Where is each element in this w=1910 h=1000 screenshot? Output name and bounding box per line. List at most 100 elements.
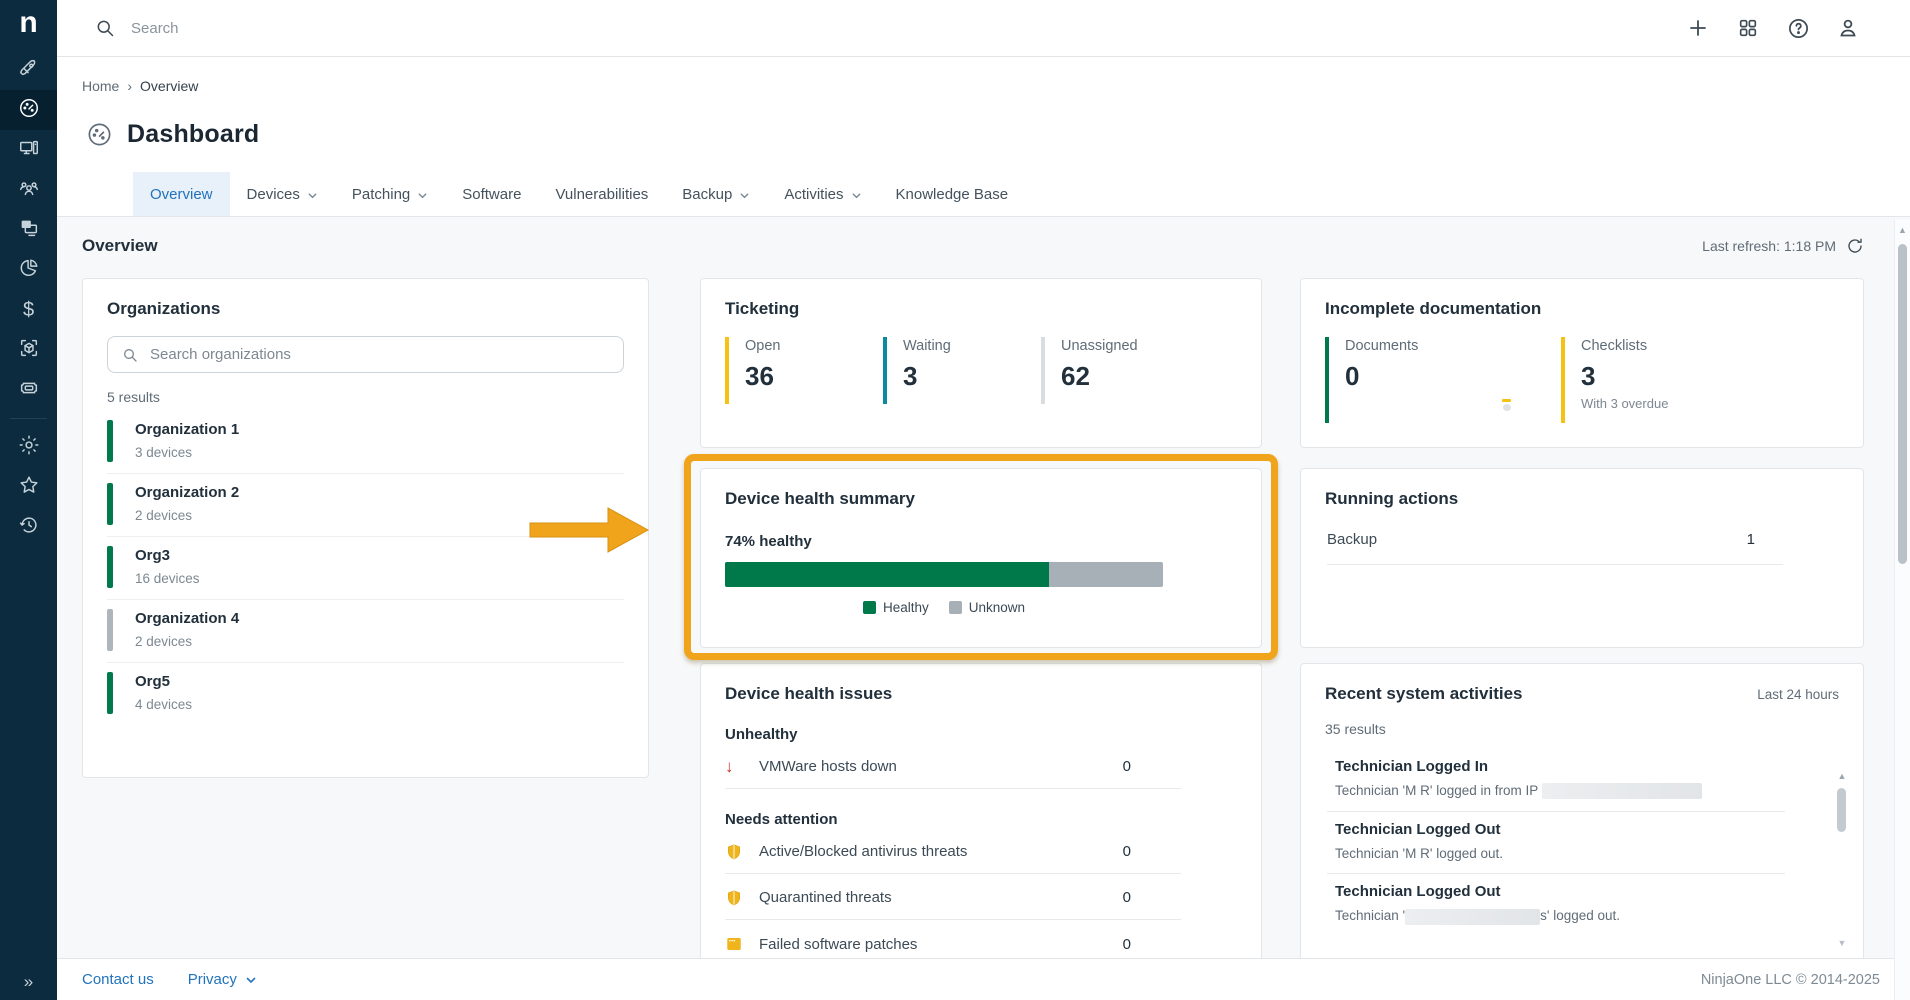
scroll-down-icon[interactable]: ▼	[1835, 938, 1849, 948]
breadcrumb-home[interactable]: Home	[82, 78, 119, 94]
chevron-down-icon	[851, 190, 862, 201]
org-status-bar	[107, 609, 113, 651]
topbar	[57, 0, 1910, 57]
dollar-icon: $	[23, 299, 34, 322]
organizations-title: Organizations	[83, 279, 648, 319]
search-icon	[122, 347, 138, 363]
sidebar-item-end-users[interactable]	[0, 170, 57, 210]
dashboard-gauge-icon	[86, 121, 113, 148]
ninjaone-logo[interactable]: n	[0, 0, 57, 50]
ticketing-stat-open[interactable]: Open 36	[725, 337, 883, 404]
device-health-issues-card: Device health issues Unhealthy ↓ VMWare …	[700, 663, 1262, 970]
sidebar-item-remote-screens[interactable]	[0, 210, 57, 250]
sidebar: n	[0, 0, 57, 1000]
help-icon[interactable]	[1786, 16, 1810, 40]
activities-scrollbar-thumb[interactable]	[1837, 788, 1846, 832]
issue-row-quarantined-threats[interactable]: Quarantined threats 0	[725, 876, 1181, 920]
recent-activities-card: Recent system activities Last 24 hours 3…	[1300, 663, 1864, 970]
running-action-label: Backup	[1327, 531, 1377, 548]
section-title: Overview	[82, 236, 158, 256]
overdue-mini-dot	[1503, 404, 1511, 411]
gauge-icon	[18, 97, 40, 124]
activity-list-item[interactable]: Technician Logged Out Technician 'M R' l…	[1327, 812, 1785, 874]
organizations-search-input[interactable]	[150, 346, 609, 363]
organization-list-item[interactable]: Organization 4 2 devices	[107, 600, 624, 663]
global-search-input[interactable]	[131, 20, 731, 37]
running-action-row[interactable]: Backup 1	[1327, 531, 1783, 565]
tab-backup[interactable]: Backup	[665, 172, 767, 216]
ticketing-stat-unassigned[interactable]: Unassigned 62	[1041, 337, 1199, 404]
tab-patching[interactable]: Patching	[335, 172, 445, 216]
running-action-count: 1	[1747, 531, 1755, 548]
gear-icon	[18, 434, 40, 461]
refresh-icon[interactable]	[1846, 237, 1864, 255]
unknown-legend-label: Unknown	[969, 600, 1025, 615]
add-icon[interactable]	[1686, 16, 1710, 40]
activity-list-item[interactable]: Technician Logged Out Technician 's' log…	[1327, 874, 1785, 936]
ticketing-card: Ticketing Open 36 Waiting 3 Unassigned 6…	[700, 278, 1262, 448]
last-refresh-label: Last refresh: 1:18 PM	[1702, 238, 1836, 254]
tabs-row: Overview Devices Patching Software Vulne…	[57, 172, 1910, 217]
page-scrollbar-thumb[interactable]	[1898, 244, 1907, 564]
sidebar-expand-button[interactable]: »	[0, 972, 57, 992]
sidebar-item-history[interactable]	[0, 507, 57, 547]
documentation-stat-checklists[interactable]: Checklists 3 With 3 overdue	[1561, 337, 1797, 423]
tab-overview[interactable]: Overview	[133, 172, 230, 216]
contact-us-link[interactable]: Contact us	[82, 971, 154, 988]
documentation-stat-documents[interactable]: Documents 0	[1325, 337, 1561, 423]
sidebar-item-inventory[interactable]	[0, 330, 57, 370]
shield-icon	[725, 843, 743, 861]
tab-knowledge-base[interactable]: Knowledge Base	[879, 172, 1026, 216]
ticketing-stat-waiting[interactable]: Waiting 3	[883, 337, 1041, 404]
patch-window-icon	[725, 935, 743, 953]
org-status-bar	[107, 546, 113, 588]
pie-chart-icon	[18, 257, 40, 284]
sidebar-item-reporting[interactable]	[0, 250, 57, 290]
organization-list-item[interactable]: Organization 1 3 devices	[107, 411, 624, 474]
users-icon	[18, 177, 40, 204]
privacy-link[interactable]: Privacy	[188, 971, 257, 988]
organization-list-item[interactable]: Org5 4 devices	[107, 663, 624, 725]
activities-scrollbar[interactable]: ▲ ▼	[1835, 766, 1849, 962]
device-health-progress-bar[interactable]	[725, 562, 1163, 587]
running-actions-card: Running actions Backup 1	[1300, 468, 1864, 648]
issue-row-antivirus-threats[interactable]: Active/Blocked antivirus threats 0	[725, 830, 1181, 874]
tab-devices[interactable]: Devices	[230, 172, 335, 216]
sidebar-divider	[10, 418, 47, 419]
activities-title: Recent system activities	[1301, 664, 1547, 704]
sidebar-item-dashboard[interactable]	[0, 90, 57, 130]
devices-icon	[18, 137, 40, 164]
footer: Contact us Privacy NinjaOne LLC © 2014-2…	[57, 958, 1910, 1000]
redacted-text-block	[1542, 783, 1702, 799]
tab-software[interactable]: Software	[445, 172, 538, 216]
sidebar-item-favorites[interactable]	[0, 467, 57, 507]
sidebar-item-devices[interactable]	[0, 130, 57, 170]
down-arrow-icon: ↓	[725, 757, 734, 777]
profile-icon[interactable]	[1836, 16, 1860, 40]
scroll-up-icon[interactable]: ▲	[1835, 766, 1849, 786]
org-status-bar	[107, 420, 113, 462]
sidebar-item-billing[interactable]: $	[0, 290, 57, 330]
scroll-up-icon[interactable]: ▲	[1895, 220, 1910, 240]
page-scrollbar[interactable]: ▲	[1894, 220, 1910, 1000]
star-icon	[18, 474, 40, 501]
organization-list-item[interactable]: Organization 2 2 devices	[107, 474, 624, 537]
overdue-mini-indicator	[1502, 399, 1511, 402]
device-health-percent-label: 74% healthy	[725, 533, 1237, 550]
chevron-down-icon	[245, 974, 257, 986]
group-label-needs-attention: Needs attention	[725, 811, 1237, 828]
tab-activities[interactable]: Activities	[767, 172, 878, 216]
device-health-legend: Healthy Unknown	[725, 600, 1163, 615]
issue-row-vmware-hosts-down[interactable]: ↓ VMWare hosts down 0	[725, 745, 1181, 789]
organization-list-item[interactable]: Org3 16 devices	[107, 537, 624, 600]
apps-grid-icon[interactable]	[1736, 16, 1760, 40]
sidebar-item-ticketing[interactable]	[0, 370, 57, 410]
activity-list-item[interactable]: Technician Logged In Technician 'M R' lo…	[1327, 749, 1785, 812]
device-health-summary-card: Device health summary 74% healthy Health…	[700, 468, 1262, 648]
ticket-icon	[18, 377, 40, 404]
sidebar-item-getting-started[interactable]	[0, 50, 57, 90]
sidebar-item-settings[interactable]	[0, 427, 57, 467]
unknown-legend-swatch	[949, 601, 962, 614]
tab-vulnerabilities[interactable]: Vulnerabilities	[538, 172, 665, 216]
health-issues-title: Device health issues	[701, 664, 1261, 704]
